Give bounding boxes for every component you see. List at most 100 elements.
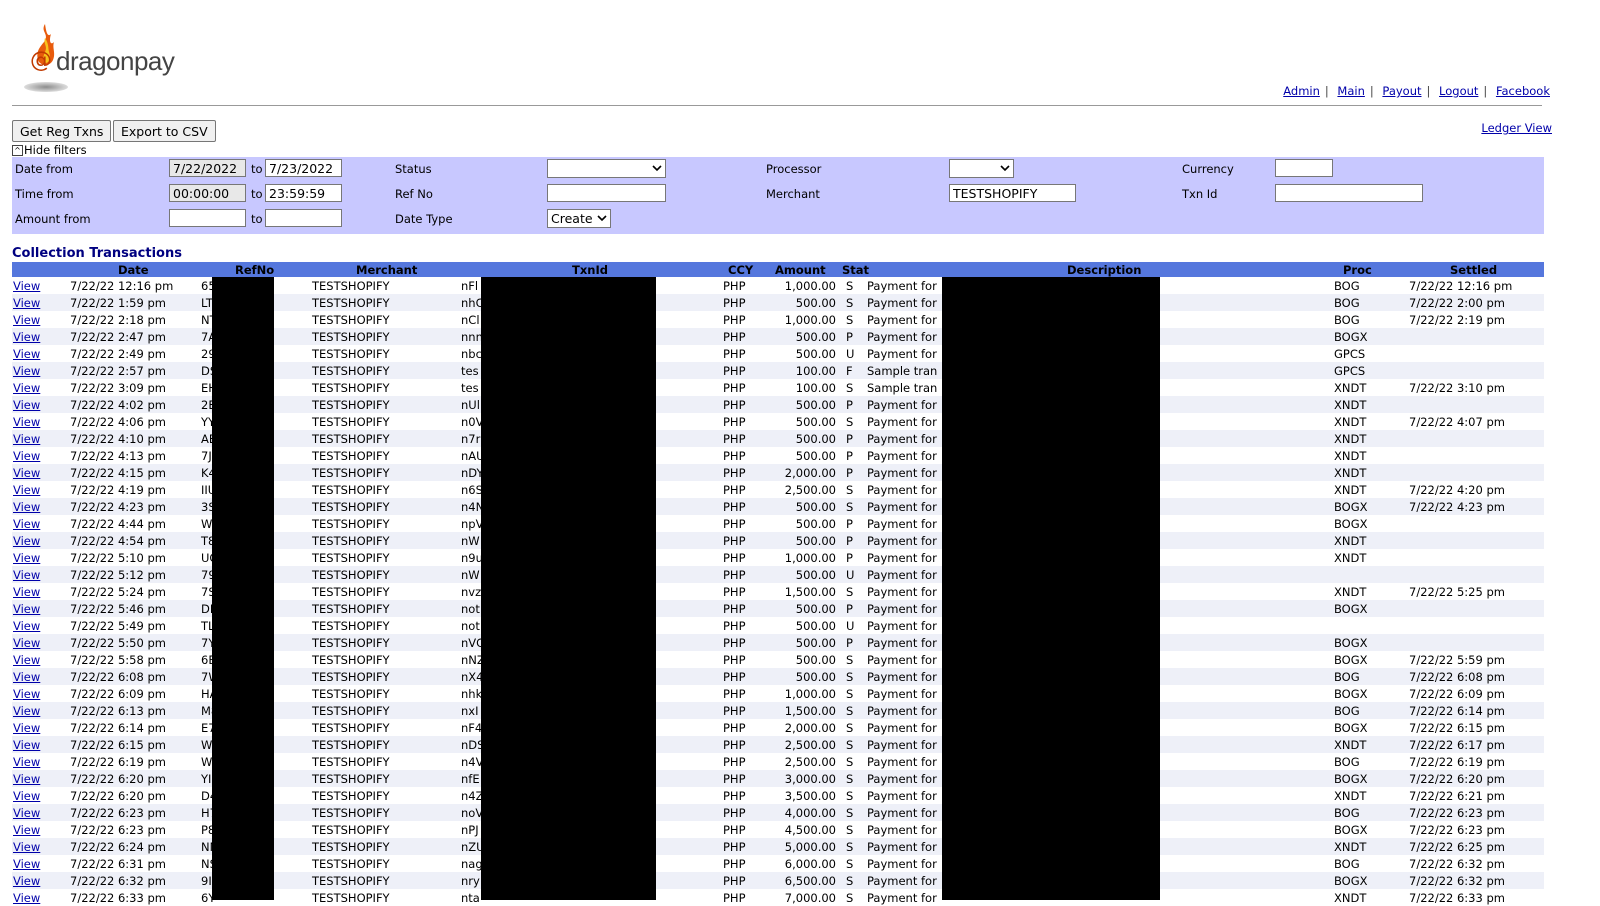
nav-facebook-link[interactable]: Facebook <box>1496 84 1550 98</box>
row-date: 7/22/22 5:10 pm <box>70 551 166 565</box>
nav-payout-link[interactable]: Payout <box>1382 84 1421 98</box>
row-view-link[interactable]: View <box>13 500 40 514</box>
row-amount: 1,500.00 <box>784 585 836 599</box>
row-view-link[interactable]: View <box>13 653 40 667</box>
nav-main-link[interactable]: Main <box>1337 84 1364 98</box>
refno-input[interactable] <box>547 184 666 202</box>
row-stat: P <box>846 466 853 480</box>
row-view-link[interactable]: View <box>13 449 40 463</box>
txn-id-input[interactable] <box>1275 184 1423 202</box>
row-date: 7/22/22 2:49 pm <box>70 347 166 361</box>
row-description: Payment for <box>867 619 937 633</box>
row-view-link[interactable]: View <box>13 602 40 616</box>
processor-select[interactable] <box>949 159 1014 178</box>
row-view-link[interactable]: View <box>13 364 40 378</box>
row-view-link[interactable]: View <box>13 466 40 480</box>
row-view-link[interactable]: View <box>13 721 40 735</box>
row-view-link[interactable]: View <box>13 415 40 429</box>
row-date: 7/22/22 1:59 pm <box>70 296 166 310</box>
row-proc: XNDT <box>1334 398 1367 412</box>
row-view-link[interactable]: View <box>13 823 40 837</box>
col-description: Description <box>1067 263 1142 277</box>
row-proc: BOGX <box>1334 636 1368 650</box>
chevron-down-icon <box>1000 165 1010 172</box>
row-ccy: PHP <box>723 619 746 633</box>
hide-filters-toggle[interactable]: ^ Hide filters <box>12 143 87 157</box>
row-view-link[interactable]: View <box>13 840 40 854</box>
row-description: Payment for <box>867 568 937 582</box>
row-merchant: TESTSHOPIFY <box>312 330 390 344</box>
ledger-view-link[interactable]: Ledger View <box>1481 121 1552 135</box>
logo-wordmark: dragonpay <box>56 46 175 76</box>
row-view-link[interactable]: View <box>13 857 40 871</box>
amount-to-input[interactable] <box>265 209 342 227</box>
row-view-link[interactable]: View <box>13 381 40 395</box>
nav-logout-link[interactable]: Logout <box>1439 84 1478 98</box>
row-txnid: nnn <box>461 330 483 344</box>
row-merchant: TESTSHOPIFY <box>312 296 390 310</box>
row-view-link[interactable]: View <box>13 534 40 548</box>
row-view-link[interactable]: View <box>13 619 40 633</box>
row-amount: 500.00 <box>795 432 836 446</box>
row-view-link[interactable]: View <box>13 806 40 820</box>
row-view-link[interactable]: View <box>13 279 40 293</box>
col-amount: Amount <box>775 263 826 277</box>
currency-input[interactable] <box>1275 159 1333 177</box>
row-proc: XNDT <box>1334 840 1367 854</box>
row-amount: 500.00 <box>795 568 836 582</box>
chevron-down-icon <box>652 165 662 172</box>
row-description: Payment for <box>867 687 937 701</box>
row-view-link[interactable]: View <box>13 568 40 582</box>
export-csv-button[interactable]: Export to CSV <box>113 120 216 142</box>
row-stat: P <box>846 551 853 565</box>
row-settled: 7/22/22 6:15 pm <box>1409 721 1505 735</box>
row-merchant: TESTSHOPIFY <box>312 721 390 735</box>
currency-label: Currency <box>1182 162 1234 176</box>
date-type-select[interactable]: Create <box>547 209 611 228</box>
row-view-link[interactable]: View <box>13 670 40 684</box>
row-view-link[interactable]: View <box>13 704 40 718</box>
row-date: 7/22/22 5:49 pm <box>70 619 166 633</box>
date-from-input[interactable] <box>169 159 246 177</box>
row-view-link[interactable]: View <box>13 585 40 599</box>
row-settled: 7/22/22 6:21 pm <box>1409 789 1505 803</box>
row-view-link[interactable]: View <box>13 738 40 752</box>
status-select[interactable] <box>547 159 666 178</box>
row-view-link[interactable]: View <box>13 347 40 361</box>
row-view-link[interactable]: View <box>13 789 40 803</box>
row-view-link[interactable]: View <box>13 398 40 412</box>
row-view-link[interactable]: View <box>13 551 40 565</box>
row-view-link[interactable]: View <box>13 296 40 310</box>
row-settled: 7/22/22 6:25 pm <box>1409 840 1505 854</box>
row-view-link[interactable]: View <box>13 330 40 344</box>
row-view-link[interactable]: View <box>13 517 40 531</box>
amount-from-input[interactable] <box>169 209 246 227</box>
row-stat: S <box>846 585 854 599</box>
row-settled: 7/22/22 6:14 pm <box>1409 704 1505 718</box>
row-view-link[interactable]: View <box>13 772 40 786</box>
time-to-input[interactable] <box>265 184 342 202</box>
time-from-input[interactable] <box>169 184 246 202</box>
row-description: Payment for <box>867 347 937 361</box>
row-date: 7/22/22 4:13 pm <box>70 449 166 463</box>
row-view-link[interactable]: View <box>13 313 40 327</box>
row-date: 7/22/22 6:20 pm <box>70 789 166 803</box>
row-proc: XNDT <box>1334 432 1367 446</box>
row-description: Payment for <box>867 449 937 463</box>
row-view-link[interactable]: View <box>13 891 40 905</box>
get-reg-txns-button[interactable]: Get Reg Txns <box>12 120 112 142</box>
row-view-link[interactable]: View <box>13 755 40 769</box>
row-view-link[interactable]: View <box>13 483 40 497</box>
row-view-link[interactable]: View <box>13 432 40 446</box>
row-proc: BOGX <box>1334 602 1368 616</box>
date-to-input[interactable] <box>265 159 342 177</box>
row-view-link[interactable]: View <box>13 874 40 888</box>
merchant-input[interactable] <box>949 184 1076 202</box>
row-proc: XNDT <box>1334 449 1367 463</box>
row-view-link[interactable]: View <box>13 636 40 650</box>
row-view-link[interactable]: View <box>13 687 40 701</box>
row-date: 7/22/22 4:06 pm <box>70 415 166 429</box>
row-stat: S <box>846 891 854 905</box>
row-ccy: PHP <box>723 398 746 412</box>
nav-admin-link[interactable]: Admin <box>1283 84 1320 98</box>
